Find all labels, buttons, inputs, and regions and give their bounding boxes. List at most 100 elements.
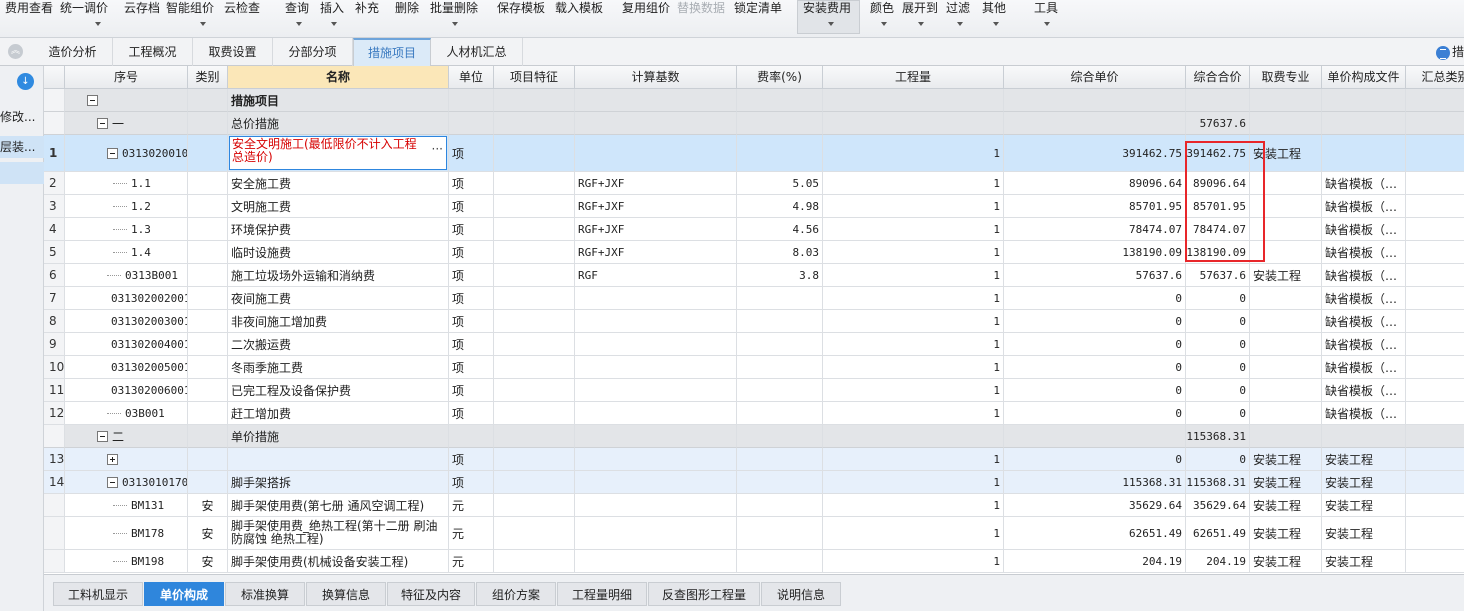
name-cell[interactable] [228, 448, 449, 471]
row-number[interactable] [44, 494, 65, 517]
bottom-tab-standard-conversion[interactable]: 标准换算 [225, 582, 305, 606]
row-number[interactable]: 7 [44, 287, 65, 310]
qty-cell[interactable]: 1 [823, 287, 1004, 310]
row-number[interactable]: 1 [44, 135, 65, 172]
total-cell[interactable]: 0 [1186, 310, 1250, 333]
row-number[interactable]: 14 [44, 471, 65, 494]
name-cell[interactable]: 冬雨季施工费 [228, 356, 449, 379]
feature-cell[interactable] [494, 471, 575, 494]
total-cell[interactable]: 57637.6 [1186, 264, 1250, 287]
more-options-icon[interactable]: ··· [432, 143, 443, 156]
rate-cell[interactable] [737, 494, 823, 517]
category-cell[interactable] [188, 310, 228, 333]
fee-major-cell[interactable]: 安装工程 [1250, 517, 1322, 550]
toolbar-install-fee-button[interactable]: 安装费用 [803, 1, 851, 15]
collapse-icon[interactable] [107, 147, 118, 159]
category-cell[interactable]: 安 [188, 550, 228, 573]
qty-cell[interactable]: 1 [823, 402, 1004, 425]
header-fee-major[interactable]: 取费专业 [1250, 66, 1322, 89]
name-cell[interactable]: 临时设施费 [228, 241, 449, 264]
unit-price-cell[interactable]: 85701.95 [1004, 195, 1186, 218]
table-row[interactable]: 10 031302005001 冬雨季施工费项 1 0 0 缺省模板（… [44, 356, 1464, 379]
row-number[interactable] [44, 550, 65, 573]
toolbar-reuse-pricing-button[interactable]: 复用组价 [622, 1, 670, 15]
rate-cell[interactable] [737, 402, 823, 425]
toolbar-save-template-button[interactable]: 保存模板 [497, 1, 545, 15]
toolbar-query-button[interactable]: 查询 [285, 1, 309, 15]
base-cell[interactable] [575, 89, 737, 112]
dropdown-arrow-icon[interactable] [828, 22, 834, 26]
base-cell[interactable] [575, 356, 737, 379]
unit-price-cell[interactable]: 0 [1004, 333, 1186, 356]
rate-cell[interactable] [737, 356, 823, 379]
rate-cell[interactable] [737, 517, 823, 550]
unit-cell[interactable]: 项 [449, 448, 494, 471]
bottom-tab-feature-content[interactable]: 特征及内容 [387, 582, 475, 606]
total-cell[interactable]: 115368.31 [1186, 425, 1250, 448]
rate-cell[interactable]: 4.56 [737, 218, 823, 241]
code-cell[interactable]: 1.3 [65, 218, 188, 241]
code-cell[interactable]: 031302001001 [65, 135, 188, 172]
name-cell[interactable]: 非夜间施工增加费 [228, 310, 449, 333]
table-row[interactable]: 3 1.2 文明施工费项 RGF+JXF 4.98 1 85701.95 85701.95 缺省… [44, 195, 1464, 218]
toolbar-filter-button[interactable]: 过滤 [946, 1, 970, 15]
price-file-cell[interactable]: 缺省模板（… [1322, 287, 1406, 310]
total-cell[interactable]: 85701.95 [1186, 195, 1250, 218]
dropdown-arrow-icon[interactable] [993, 22, 999, 26]
unit-price-cell[interactable]: 0 [1004, 310, 1186, 333]
unit-price-cell[interactable]: 0 [1004, 379, 1186, 402]
table-row[interactable]: 11 031302006001 已完工程及设备保护费项 1 0 0 缺省模板（… [44, 379, 1464, 402]
row-number[interactable]: 4 [44, 218, 65, 241]
feature-cell[interactable] [494, 425, 575, 448]
tab-project-overview[interactable]: 工程概况 [113, 38, 193, 66]
price-file-cell[interactable]: 安装工程 [1322, 448, 1406, 471]
feature-cell[interactable] [494, 172, 575, 195]
bottom-tab-labor-material-display[interactable]: 工料机显示 [53, 582, 143, 606]
price-file-cell[interactable]: 缺省模板（… [1322, 402, 1406, 425]
code-cell[interactable]: 03B001 [65, 402, 188, 425]
header-qty[interactable]: 工程量 [823, 66, 1004, 89]
price-file-cell[interactable]: 缺省模板（… [1322, 241, 1406, 264]
fee-major-cell[interactable] [1250, 112, 1322, 135]
toolbar-lock-list-button[interactable]: 锁定清单 [734, 1, 782, 15]
total-cell[interactable]: 89096.64 [1186, 172, 1250, 195]
toolbar-tools-button[interactable]: 工具 [1034, 1, 1058, 15]
qty-cell[interactable]: 1 [823, 448, 1004, 471]
total-cell[interactable]: 35629.64 [1186, 494, 1250, 517]
name-editor[interactable]: 安全文明施工(最低限价不计入工程总造价) ··· [229, 136, 447, 170]
toolbar-unified-adjust-button[interactable]: 统一调价 [60, 1, 108, 15]
base-cell[interactable] [575, 448, 737, 471]
price-file-cell[interactable] [1322, 425, 1406, 448]
tab-fee-settings[interactable]: 取费设置 [193, 38, 273, 66]
feature-cell[interactable] [494, 356, 575, 379]
row-number[interactable]: 3 [44, 195, 65, 218]
download-icon[interactable]: ↓ [17, 73, 34, 90]
total-cell[interactable]: 0 [1186, 356, 1250, 379]
dropdown-arrow-icon[interactable] [95, 22, 101, 26]
table-row[interactable]: 13 项 1 0 0 安装工程 安装工程 [44, 448, 1464, 471]
toolbar-cloud-check-button[interactable]: 云检查 [224, 1, 260, 15]
category-cell[interactable] [188, 287, 228, 310]
table-row[interactable]: 1031302001001安全文明施工(最低限价不计入工程总造价)···项139… [44, 135, 1464, 172]
bottom-tab-reverse-graph-quantity[interactable]: 反查图形工程量 [648, 582, 760, 606]
rate-cell[interactable]: 5.05 [737, 172, 823, 195]
unit-price-cell[interactable]: 0 [1004, 356, 1186, 379]
row-number[interactable]: 2 [44, 172, 65, 195]
table-row[interactable]: 7 031302002001 夜间施工费项 1 0 0 缺省模板（… [44, 287, 1464, 310]
price-file-cell[interactable]: 缺省模板（… [1322, 195, 1406, 218]
row-number[interactable]: 13 [44, 448, 65, 471]
row-number[interactable]: 6 [44, 264, 65, 287]
unit-cell[interactable]: 项 [449, 241, 494, 264]
collapse-up-icon[interactable]: ︽ [8, 44, 23, 59]
code-cell[interactable]: 031302005001 [65, 356, 188, 379]
unit-price-cell[interactable]: 35629.64 [1004, 494, 1186, 517]
qty-cell[interactable]: 1 [823, 195, 1004, 218]
unit-cell[interactable]: 项 [449, 172, 494, 195]
feature-cell[interactable] [494, 448, 575, 471]
toolbar-color-button[interactable]: 颜色 [870, 1, 894, 15]
code-cell[interactable]: 一 [65, 112, 188, 135]
qty-cell[interactable] [823, 112, 1004, 135]
feature-cell[interactable] [494, 550, 575, 573]
table-row[interactable]: BM131 安脚手架使用费(第七册 通风空调工程) 元 1 35629.64 35629.… [44, 494, 1464, 517]
unit-cell[interactable]: 项 [449, 333, 494, 356]
